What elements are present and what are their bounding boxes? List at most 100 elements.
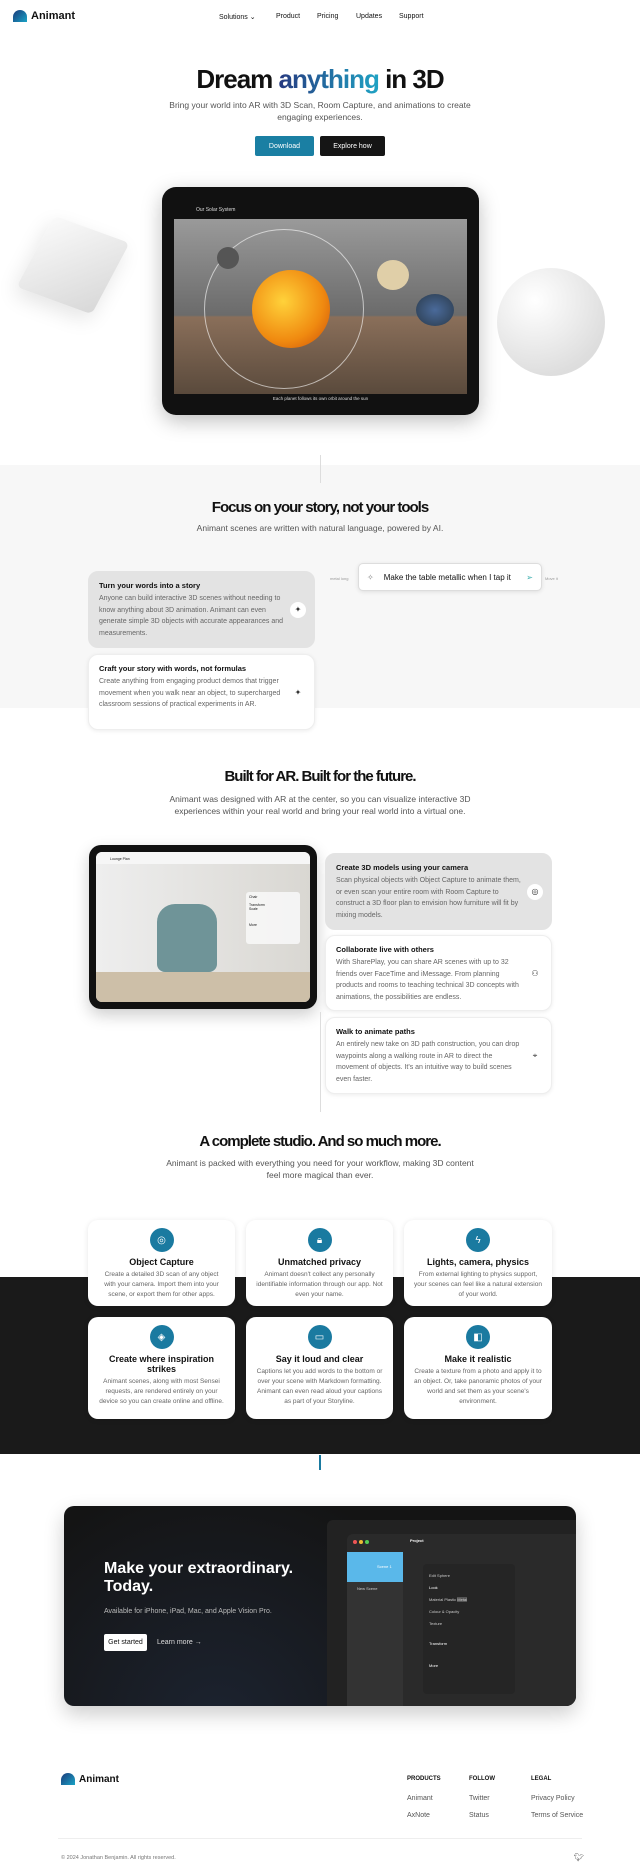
cta-subtitle: Available for iPhone, iPad, Mac, and App…	[104, 1608, 272, 1615]
feature-text: Animant doesn't collect any personally i…	[256, 1271, 383, 1298]
footer-heading: PRODUCTS	[407, 1776, 441, 1782]
feature-title: Say it loud and clear	[275, 1354, 364, 1364]
solar-system-scene	[174, 219, 467, 394]
app-screenshot: Scene 1 New Scene Project Edit Sphere Lo…	[327, 1520, 576, 1706]
feature-card: ϟ Lights, camera, physics From external li…	[404, 1220, 552, 1306]
cta-title: Make your extraordinary. Today.	[104, 1560, 294, 1595]
studio-title: A complete studio. And so much more.	[199, 1133, 441, 1150]
feature-card: ◎ Object Capture Create a detailed 3D scan…	[88, 1220, 235, 1306]
prompt-input[interactable]: ✧ Make the table metallic when I tap it ➢	[358, 563, 542, 591]
brand-name: Animant	[79, 1773, 119, 1785]
card-title: Turn your words into a story	[99, 581, 201, 590]
scene-list: Scene 1 New Scene	[347, 1552, 403, 1706]
ar-card[interactable]: Walk to animate paths An entirely new tak…	[325, 1017, 552, 1094]
brand-logo[interactable]: Animant	[13, 10, 75, 22]
studio-subtitle: Animant is packed with everything you ne…	[166, 1158, 474, 1180]
project-title: Project	[410, 1538, 424, 1543]
feature-text: Animant scenes, along with most Sensei r…	[99, 1378, 224, 1405]
copyright: © 2024 Jonathan Benjamin. All rights res…	[61, 1855, 176, 1861]
sparkle-icon: ✧	[367, 572, 374, 582]
ar-subtitle: Animant was designed with AR at the cent…	[169, 794, 471, 816]
card-text: An entirely new take on 3D path construc…	[336, 1041, 520, 1083]
sun	[252, 270, 330, 348]
texture-icon: ◧	[466, 1325, 490, 1349]
feature-card: 🔒︎ Unmatched privacy Animant doesn't colle…	[246, 1220, 393, 1306]
armchair	[157, 904, 217, 972]
location-pin-icon: ⌖	[527, 1047, 543, 1064]
twitter-icon[interactable]: 🐦︎	[574, 1853, 584, 1862]
feature-text: Captions let you add words to the bottom…	[256, 1368, 383, 1405]
card-text: Scan physical objects with Object Captur…	[336, 877, 521, 919]
story-title: Focus on your story, not your tools	[211, 499, 429, 516]
ar-card[interactable]: Collaborate live with others With SharePl…	[325, 935, 552, 1011]
window-controls	[353, 1540, 369, 1544]
brand-name: Animant	[31, 10, 75, 22]
card-title: Collaborate live with others	[336, 945, 434, 954]
footer-link[interactable]: Terms of Service	[531, 1812, 583, 1819]
footer-link[interactable]: AxNote	[407, 1812, 430, 1819]
logo-icon	[61, 1773, 75, 1785]
floor	[96, 972, 310, 1002]
ar-title: Built for AR. Built for the future.	[224, 768, 416, 785]
footer-divider	[58, 1838, 582, 1839]
card-title: Craft your story with words, not formula…	[99, 664, 247, 673]
footer-link[interactable]: Status	[469, 1812, 489, 1819]
feature-title: Create where inspiration strikes	[108, 1354, 215, 1374]
card-text: Anyone can build interactive 3D scenes w…	[99, 595, 284, 637]
divider-line	[320, 1012, 321, 1112]
transform-panel[interactable]: Chair Transform Scale More	[246, 892, 300, 944]
learn-more-link[interactable]: Learn more →	[157, 1639, 202, 1646]
feature-title: Lights, camera, physics	[426, 1257, 530, 1267]
device-icon: ◈	[149, 1325, 174, 1349]
get-started-button[interactable]: Get started	[104, 1634, 147, 1651]
prompt-right-fade: Move it	[545, 576, 558, 581]
sphere-decoration	[497, 268, 605, 376]
feature-text: Create a detailed 3D scan of any object …	[104, 1271, 219, 1298]
card-title: Create 3D models using your camera	[336, 863, 469, 872]
new-scene-button[interactable]: New Scene	[347, 1582, 403, 1591]
nav-pricing[interactable]: Pricing	[317, 13, 338, 20]
prompt-text: Make the table metallic when I tap it	[383, 572, 511, 582]
feature-card: ◈ Create where inspiration strikes Animant…	[88, 1317, 235, 1419]
footer-link[interactable]: Privacy Policy	[531, 1795, 575, 1802]
footer-link[interactable]: Animant	[407, 1795, 433, 1802]
scene-caption: Each planet follows its own orbit around…	[272, 396, 369, 401]
story-card[interactable]: Turn your words into a story Anyone can b…	[88, 571, 315, 648]
scene-title: Our Solar System	[196, 207, 236, 213]
app-window: Scene 1 New Scene Project Edit Sphere Lo…	[347, 1534, 576, 1706]
hero-subtitle: Bring your world into AR with 3D Scan, R…	[169, 100, 471, 122]
feature-card: ◧ Make it realistic Create a texture from …	[404, 1317, 552, 1419]
footer-link[interactable]: Twitter	[469, 1795, 490, 1802]
planet-venus	[377, 260, 409, 290]
hero-tablet: Our Solar System Each planet follows its…	[162, 187, 479, 415]
tablet-toolbar: Our Solar System	[174, 199, 467, 219]
scene-title: Lounge Plan	[96, 852, 310, 864]
lock-icon: 🔒︎	[307, 1228, 332, 1252]
camera-icon: ◎	[149, 1228, 174, 1252]
explore-button[interactable]: Explore how	[320, 136, 385, 156]
nav-solutions[interactable]: Solutions ⌄	[219, 13, 256, 21]
chair-scene: Lounge Plan Chair Transform Scale More	[96, 852, 310, 1002]
card-title: Walk to animate paths	[336, 1027, 415, 1036]
ar-card[interactable]: Create 3D models using your camera Scan p…	[325, 853, 552, 930]
feature-title: Make it realistic	[444, 1354, 512, 1364]
download-button[interactable]: Download	[255, 136, 314, 156]
scene-item[interactable]: Scene 1	[347, 1552, 403, 1582]
send-icon[interactable]: ➢	[526, 573, 533, 582]
cube-decoration	[16, 215, 130, 315]
story-card[interactable]: Craft your story with words, not formula…	[88, 654, 315, 730]
logo-icon	[13, 10, 27, 22]
nav-product[interactable]: Product	[276, 13, 300, 20]
camera-icon: ◎	[527, 883, 543, 900]
nav-support[interactable]: Support	[399, 13, 424, 20]
footer-heading: LEGAL	[531, 1776, 552, 1782]
story-subtitle: Animant scenes are written with natural …	[196, 523, 444, 533]
hero-title: Dream anything in 3D	[196, 64, 444, 94]
planet-earth	[416, 294, 454, 326]
sparkles-icon: ✦	[290, 601, 306, 618]
prompt-left-fade: metal long	[330, 576, 349, 581]
accent-line	[319, 1455, 321, 1470]
footer-logo[interactable]: Animant	[61, 1773, 119, 1785]
nav-updates[interactable]: Updates	[356, 13, 382, 20]
feature-title: Unmatched privacy	[277, 1257, 362, 1267]
